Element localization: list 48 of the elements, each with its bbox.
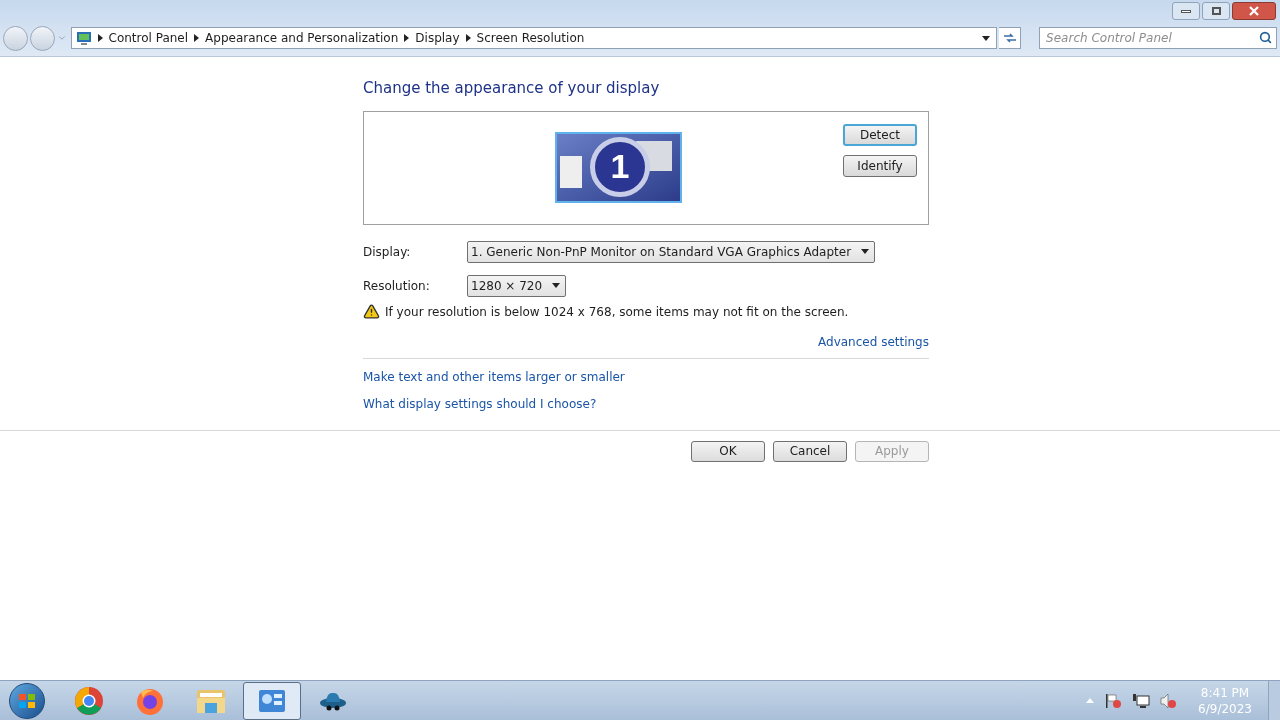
breadcrumb-item[interactable]: Control Panel	[108, 29, 189, 47]
chrome-icon	[74, 685, 104, 716]
panel-button[interactable]: Detect	[843, 123, 917, 146]
breadcrumb-item[interactable]: Screen Resolution	[476, 29, 585, 47]
page-heading: Change the appearance of your display	[363, 78, 661, 99]
close-icon	[1249, 6, 1259, 16]
restore-button[interactable]	[1202, 2, 1230, 20]
close-button[interactable]	[1232, 2, 1276, 20]
breadcrumb-arrow-icon[interactable]	[97, 34, 103, 42]
taskbar-button[interactable]	[243, 681, 301, 720]
minimize-button[interactable]	[1172, 2, 1200, 20]
warning-text: If your resolution is below 1024 x 768, some items may not fit on the screen.	[385, 303, 849, 321]
breadcrumb-item[interactable]: Appearance and Personalization	[205, 29, 399, 47]
dialog-button[interactable]: Cancel	[773, 440, 847, 462]
monitor-thumbnail[interactable]: 1	[555, 131, 682, 203]
setting-label: Resolution:	[363, 277, 431, 295]
breadcrumb-arrow-icon[interactable]	[404, 34, 410, 42]
speaker-muted-icon[interactable]	[1160, 692, 1179, 709]
setting-dropdown[interactable]: 1. Generic Non-PnP Monitor on Standard VGA Graphics Adapter	[467, 240, 876, 263]
flag-icon[interactable]	[1104, 692, 1123, 709]
dropdown-arrow-icon[interactable]	[982, 35, 991, 41]
control-panel-icon	[258, 688, 286, 713]
refresh-icon	[1002, 32, 1017, 44]
refresh-button[interactable]	[999, 27, 1022, 49]
help-link[interactable]: Make text and other items larger or smaller	[363, 367, 625, 386]
network-icon[interactable]	[1132, 692, 1151, 709]
breadcrumb-arrow-icon[interactable]	[465, 34, 471, 42]
clock-date: 6/9/2023	[1198, 700, 1252, 717]
monitor-icon	[75, 30, 92, 46]
dropdown-arrow-icon	[552, 283, 561, 288]
windows-logo	[18, 692, 36, 709]
dropdown-arrow-icon	[861, 249, 870, 254]
search-field[interactable]: Search Control Panel	[1039, 27, 1277, 49]
dialog-button[interactable]: OK	[691, 440, 765, 462]
breadcrumb-arrow-icon[interactable]	[194, 34, 200, 42]
monitor-number: 1	[590, 136, 650, 197]
start-button[interactable]	[9, 682, 45, 719]
clock-time: 8:41 PM	[1200, 684, 1250, 701]
setting-label: Display:	[363, 243, 412, 261]
setting-dropdown[interactable]: 1280 × 720	[467, 274, 567, 297]
start-menu-thumbnail	[560, 155, 582, 188]
advanced-settings-link[interactable]: Advanced settings	[818, 332, 929, 351]
warning-icon	[363, 303, 380, 320]
address-bar[interactable]: Control Panel Appearance and Personalization Display Screen Resolution	[70, 27, 998, 49]
panel-button[interactable]: Identify	[843, 154, 917, 177]
breadcrumb-item[interactable]: Display	[415, 29, 460, 47]
search-icon	[1259, 31, 1272, 44]
help-link[interactable]: What display settings should I choose?	[363, 394, 597, 413]
